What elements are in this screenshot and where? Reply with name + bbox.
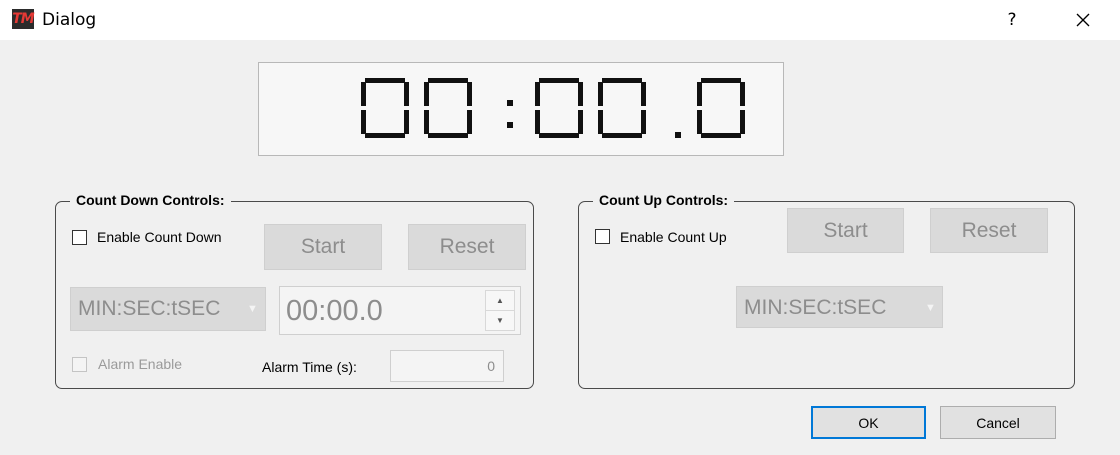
count-down-reset-button[interactable]: Reset [408, 224, 526, 270]
lcd-segment [428, 133, 468, 138]
lcd-segment [404, 82, 409, 106]
lcd-segment [365, 133, 405, 138]
lcd-segment [578, 110, 583, 134]
lcd-segment [365, 78, 405, 83]
lcd-segment [424, 110, 429, 134]
enable-count-down-label: Enable Count Down [97, 229, 222, 245]
lcd-segment [539, 78, 579, 83]
enable-count-up-label: Enable Count Up [620, 229, 727, 245]
count-down-time-value: 00:00.0 [286, 295, 383, 327]
lcd-segment [641, 82, 646, 106]
lcd-segment [578, 82, 583, 106]
lcd-segment [740, 110, 745, 134]
count-up-start-button[interactable]: Start [787, 208, 904, 253]
count-down-format-select[interactable]: MIN:SEC:tSEC ▼ [70, 287, 266, 331]
timer-digits [361, 78, 745, 138]
lcd-segment [740, 82, 745, 106]
window-title: Dialog [42, 10, 97, 30]
timer-display [258, 62, 784, 156]
lcd-segment [598, 110, 603, 134]
close-button[interactable] [1068, 5, 1098, 35]
lcd-segment [467, 110, 472, 134]
lcd-segment [641, 110, 646, 134]
count-up-format-value: MIN:SEC:tSEC [744, 296, 887, 319]
cancel-button[interactable]: Cancel [940, 406, 1056, 439]
lcd-segment [404, 110, 409, 134]
enable-count-down-checkbox[interactable] [72, 230, 87, 245]
alarm-time-input[interactable]: 0 [390, 350, 504, 382]
lcd-decimal-point [675, 132, 681, 138]
count-down-format-value: MIN:SEC:tSEC [78, 297, 221, 320]
chevron-down-icon: ▼ [247, 303, 258, 315]
count-up-format-select[interactable]: MIN:SEC:tSEC ▼ [736, 286, 943, 328]
alarm-enable-checkbox[interactable] [72, 357, 87, 372]
lcd-segment [428, 78, 468, 83]
lcd-segment [424, 82, 429, 106]
chevron-down-icon: ▼ [925, 302, 936, 314]
lcd-segment [535, 110, 540, 134]
lcd-segment [467, 82, 472, 106]
alarm-enable-label: Alarm Enable [98, 356, 183, 372]
lcd-segment [539, 133, 579, 138]
lcd-segment [361, 82, 366, 106]
count-down-start-button[interactable]: Start [264, 224, 382, 270]
lcd-segment [598, 82, 603, 106]
lcd-segment [697, 110, 702, 134]
app-logo-icon: TM [12, 9, 35, 29]
lcd-colon-dot [507, 122, 513, 128]
enable-count-up-checkbox[interactable] [595, 229, 610, 244]
close-icon [1076, 13, 1090, 27]
count-down-group-title: Count Down Controls: [70, 191, 231, 209]
title-bar: TM Dialog ? [0, 0, 1120, 40]
count-up-group-title: Count Up Controls: [593, 191, 735, 209]
alarm-time-label: Alarm Time (s): [262, 359, 357, 375]
count-down-time-stepper[interactable]: 00:00.0 ▲ ▼ [279, 286, 521, 335]
help-button[interactable]: ? [1000, 7, 1024, 33]
lcd-segment [602, 133, 642, 138]
count-up-reset-button[interactable]: Reset [930, 208, 1048, 253]
stepper-down-icon[interactable]: ▼ [486, 311, 514, 330]
lcd-segment [701, 133, 741, 138]
lcd-segment [535, 82, 540, 106]
lcd-colon-dot [507, 100, 513, 106]
stepper-arrows: ▲ ▼ [485, 290, 515, 331]
lcd-segment [602, 78, 642, 83]
lcd-segment [361, 110, 366, 134]
lcd-segment [701, 78, 741, 83]
ok-button[interactable]: OK [811, 406, 926, 439]
stepper-up-icon[interactable]: ▲ [486, 291, 514, 310]
lcd-segment [697, 82, 702, 106]
